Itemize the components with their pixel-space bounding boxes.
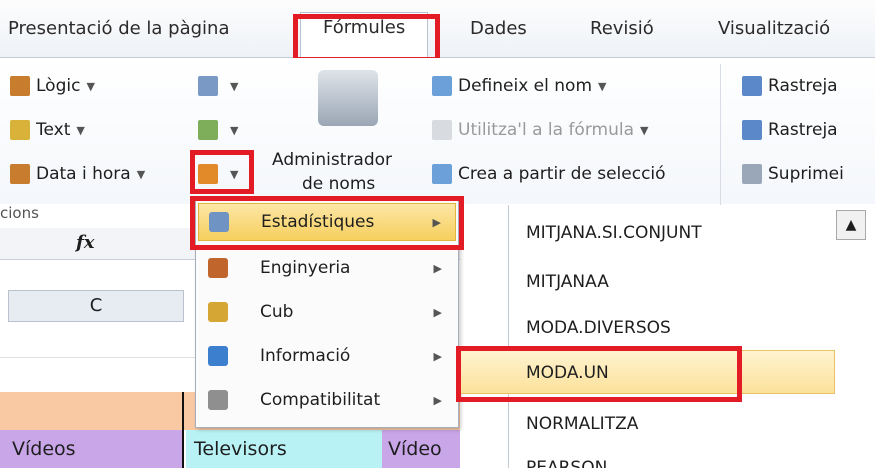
fx-icon[interactable]: fx xyxy=(76,232,94,253)
remove-arrows-button[interactable]: Suprimei xyxy=(742,164,844,184)
trace-precedents-icon xyxy=(742,76,762,96)
chevron-right-icon: ▶ xyxy=(433,349,442,363)
more-functions-button[interactable]: ▼ xyxy=(198,164,238,184)
ribbon: Lògic ▼ Text ▼ Data i hora ▼ ▼ ▼ ▼ Admin… xyxy=(0,58,875,214)
menu-item-information[interactable]: Informació ▶ xyxy=(198,337,456,375)
create-from-selection-button[interactable]: Crea a partir de selecció xyxy=(432,164,666,184)
tab-view[interactable]: Visualització xyxy=(718,14,830,44)
function-item[interactable]: PEARSON xyxy=(526,458,607,468)
cell-border xyxy=(182,392,184,468)
group-separator xyxy=(720,64,721,214)
trace-dependents-icon xyxy=(742,120,762,140)
logical-button[interactable]: Lògic ▼ xyxy=(10,76,95,96)
more-functions-menu: Estadístiques ▶ Enginyeria ▶ Cub ▶ Infor… xyxy=(195,198,459,428)
name-manager-icon xyxy=(318,70,378,126)
chevron-right-icon: ▶ xyxy=(433,305,442,319)
function-item[interactable]: MODA.DIVERSOS xyxy=(526,318,671,338)
chevron-down-icon: ▼ xyxy=(86,79,95,93)
compatibility-warning-icon xyxy=(208,390,228,410)
ribbon-tab-bar: Presentació de la pàgina Fórmules Dades … xyxy=(0,0,875,58)
name-manager-label-1[interactable]: Administrador xyxy=(272,150,392,170)
function-item[interactable]: NORMALITZA xyxy=(526,414,638,434)
tab-review[interactable]: Revisió xyxy=(590,14,654,44)
chevron-down-icon: ▼ xyxy=(230,79,239,93)
chevron-down-icon: ▼ xyxy=(76,123,85,137)
lookup-book-icon xyxy=(198,76,218,96)
date-time-button[interactable]: Data i hora ▼ xyxy=(10,164,145,184)
chevron-up-icon: ▲ xyxy=(845,217,857,233)
function-item[interactable]: MITJANA.SI.CONJUNT xyxy=(526,223,702,243)
information-icon xyxy=(208,346,228,366)
chevron-right-icon: ▶ xyxy=(432,215,441,229)
text-button[interactable]: Text ▼ xyxy=(10,120,85,140)
define-name-button[interactable]: Defineix el nom ▼ xyxy=(432,76,606,96)
column-header-c[interactable]: C xyxy=(8,290,184,322)
math-book-icon xyxy=(198,120,218,140)
name-manager-label-2[interactable]: de noms xyxy=(302,174,375,194)
chevron-down-icon: ▼ xyxy=(230,123,239,137)
remove-arrows-icon xyxy=(742,164,762,184)
chevron-down-icon: ▼ xyxy=(136,167,146,181)
statistical-icon xyxy=(209,212,229,232)
chevron-right-icon: ▶ xyxy=(433,261,442,275)
use-in-formula-button[interactable]: Utilitza'l a la fórmula ▼ xyxy=(432,120,648,140)
function-item[interactable]: MITJANAA xyxy=(526,272,609,292)
menu-item-engineering[interactable]: Enginyeria ▶ xyxy=(198,249,456,287)
cell-video-2[interactable]: Vídeo xyxy=(382,430,460,468)
more-functions-book-icon xyxy=(198,164,218,184)
function-item-moda-un[interactable]: MODA.UN xyxy=(526,363,609,383)
scroll-up-button[interactable]: ▲ xyxy=(836,210,866,240)
logical-book-icon xyxy=(10,76,30,96)
math-trig-button[interactable]: ▼ xyxy=(198,120,238,140)
cell-videos[interactable]: Vídeos xyxy=(0,430,184,468)
menu-item-compatibility[interactable]: Compatibilitat ▶ xyxy=(198,381,456,419)
tab-page-layout[interactable]: Presentació de la pàgina xyxy=(8,14,230,44)
chevron-down-icon: ▼ xyxy=(640,123,649,137)
lookup-reference-button[interactable]: ▼ xyxy=(198,76,238,96)
tab-data[interactable]: Dades xyxy=(470,14,527,44)
chevron-down-icon: ▼ xyxy=(598,79,607,93)
use-in-formula-icon xyxy=(432,120,452,140)
cube-icon xyxy=(208,302,228,322)
define-name-icon xyxy=(432,76,452,96)
cell-televisors[interactable]: Televisors xyxy=(186,430,382,468)
highlighted-function-row xyxy=(460,350,835,394)
text-book-icon xyxy=(10,120,30,140)
engineering-icon xyxy=(208,258,228,278)
chevron-down-icon: ▼ xyxy=(230,167,239,181)
create-from-selection-icon xyxy=(432,164,452,184)
menu-item-cube[interactable]: Cub ▶ xyxy=(198,293,456,331)
menu-item-statistical[interactable]: Estadístiques ▶ xyxy=(198,203,456,241)
trace-dependents-button[interactable]: Rastreja xyxy=(742,120,838,140)
ribbon-group-label: cions xyxy=(0,204,39,222)
date-time-book-icon xyxy=(10,164,30,184)
chevron-right-icon: ▶ xyxy=(433,393,442,407)
trace-precedents-button[interactable]: Rastreja xyxy=(742,76,838,96)
tab-formulas[interactable]: Fórmules xyxy=(300,12,429,58)
